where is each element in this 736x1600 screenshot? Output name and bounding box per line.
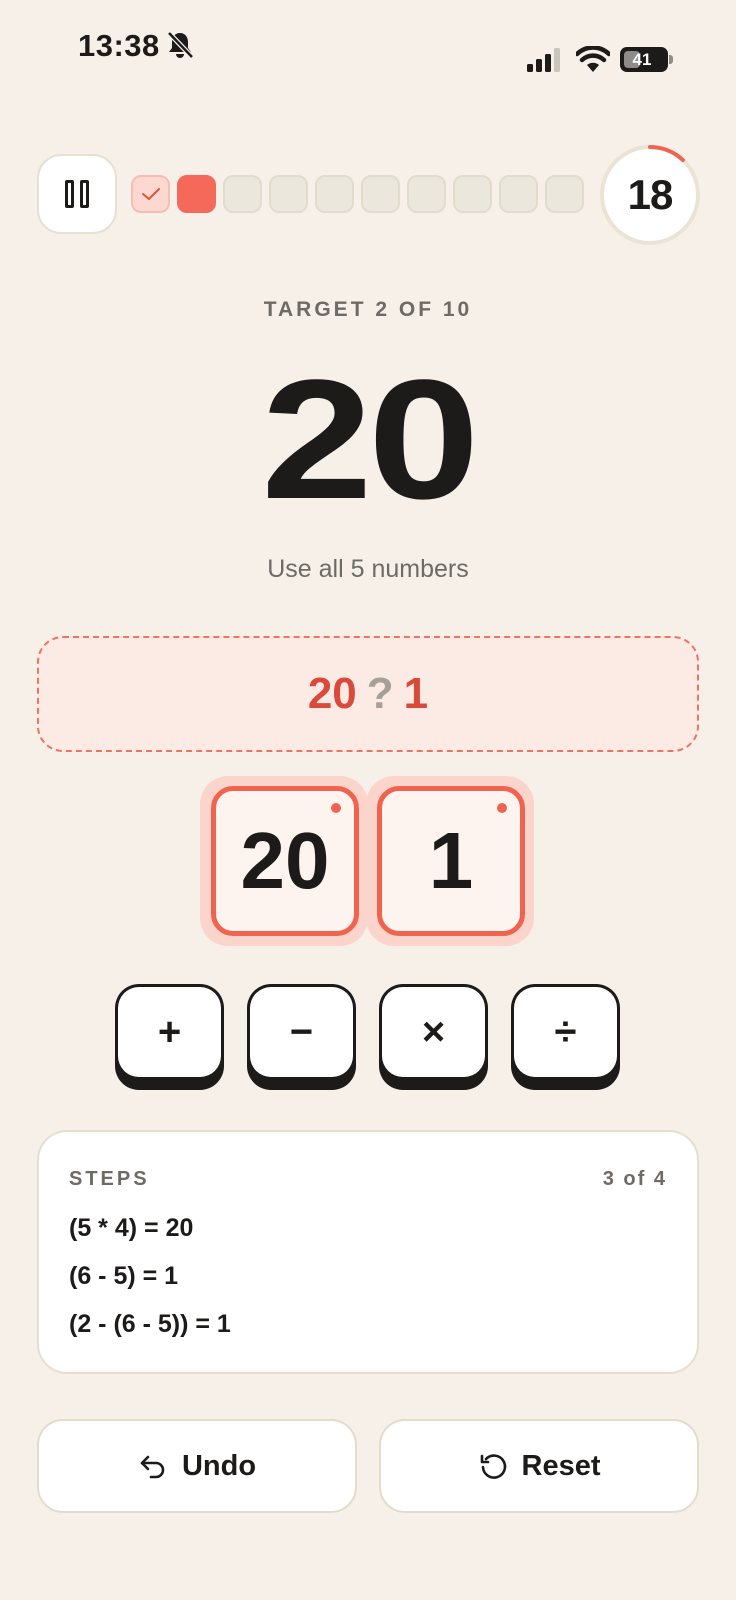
progress-cell-7 (407, 175, 446, 213)
selected-dot-icon (331, 803, 341, 813)
tile-value: 1 (428, 816, 474, 905)
plus-button[interactable]: + (115, 984, 224, 1090)
divide-icon: ÷ (554, 1009, 577, 1054)
check-icon (141, 188, 160, 200)
selected-dot-icon (497, 803, 507, 813)
status-bar: 13:38 41 (0, 0, 736, 100)
expression-box: 20 ? 1 (37, 636, 699, 752)
expression-right: 1 (403, 669, 429, 718)
number-tile-wrapper: 1 (366, 776, 534, 946)
number-tile[interactable]: 20 (211, 786, 359, 936)
minus-icon: − (289, 1009, 314, 1054)
steps-title: STEPS (69, 1168, 150, 1190)
status-time: 13:38 (78, 28, 160, 63)
minus-button[interactable]: − (247, 984, 356, 1090)
divide-button[interactable]: ÷ (511, 984, 620, 1090)
expression-left: 20 (307, 669, 357, 718)
target-value: 20 (261, 345, 479, 535)
progress-cell-6 (361, 175, 400, 213)
instruction-text: Use all 5 numbers (267, 555, 469, 583)
progress-cell-4 (269, 175, 308, 213)
progress-cell-2 (177, 175, 216, 213)
target-progress (131, 175, 584, 213)
battery-percent: 41 (632, 50, 652, 69)
multiply-button[interactable]: × (379, 984, 488, 1090)
progress-cell-3 (223, 175, 262, 213)
target-label: TARGET 2 OF 10 (263, 298, 473, 321)
undo-label: Undo (181, 1449, 257, 1482)
number-tile[interactable]: 1 (377, 786, 525, 936)
bell-muted-icon (167, 31, 194, 59)
operator-buttons: + − × ÷ (115, 984, 621, 1092)
pause-icon (80, 180, 89, 208)
multiply-icon: × (421, 1009, 446, 1054)
step-line: (6 - 5) = 1 (69, 1262, 179, 1290)
signal-icon (527, 48, 560, 72)
progress-cell-9 (499, 175, 538, 213)
expression-operator: ? (366, 669, 394, 718)
battery-nub (669, 55, 673, 64)
progress-cell-10 (545, 175, 584, 213)
reset-button[interactable]: Reset (379, 1419, 699, 1513)
timer-value: 18 (627, 171, 674, 218)
pause-icon (65, 180, 74, 208)
number-tile-wrapper: 20 (200, 776, 368, 946)
progress-cell-8 (453, 175, 492, 213)
steps-count: 3 of 4 (602, 1168, 667, 1190)
reset-icon (480, 1454, 506, 1479)
wifi-icon (576, 46, 610, 72)
progress-cell-5 (315, 175, 354, 213)
battery-icon: 41 (620, 47, 668, 72)
number-tiles: 20 1 (200, 776, 536, 946)
pause-button[interactable] (37, 154, 117, 234)
tile-value: 20 (240, 816, 330, 905)
steps-card: STEPS 3 of 4 (5 * 4) = 20 (6 - 5) = 1 (2… (37, 1130, 699, 1374)
undo-icon (140, 1455, 165, 1479)
progress-cell-1 (131, 175, 170, 213)
step-line: (2 - (6 - 5)) = 1 (69, 1310, 231, 1338)
step-line: (5 * 4) = 20 (69, 1214, 194, 1242)
plus-icon: + (157, 1009, 182, 1054)
undo-button[interactable]: Undo (37, 1419, 357, 1513)
reset-label: Reset (521, 1449, 601, 1482)
